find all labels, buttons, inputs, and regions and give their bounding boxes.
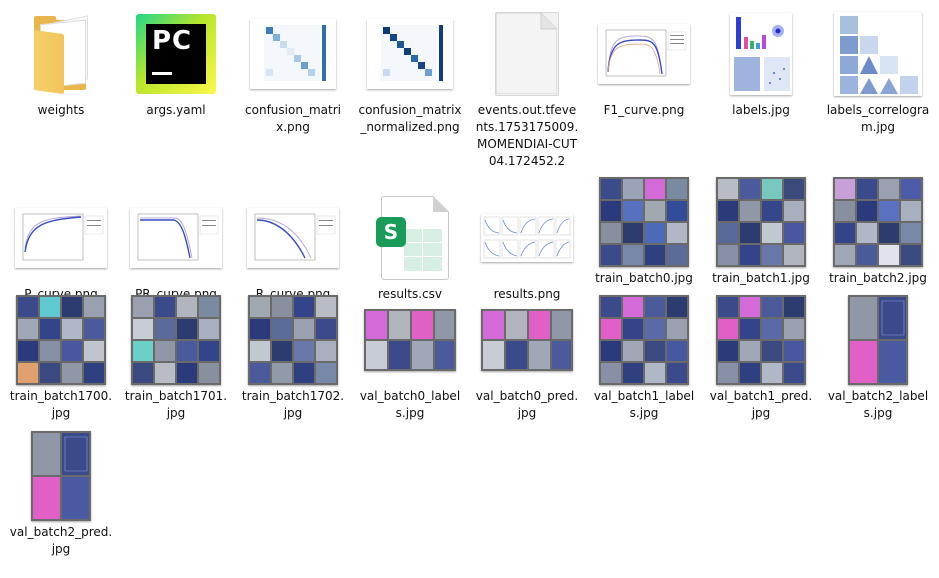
image-thumbnail — [364, 309, 456, 371]
file-label: labels.jpg — [732, 103, 790, 117]
image-thumbnail — [367, 19, 453, 89]
file-val-batch1-pred[interactable]: val_batch1_pred.jpg — [706, 294, 816, 422]
file-label: val_batch0_pred.jpg — [475, 389, 579, 420]
pycharm-icon: PC — [136, 14, 216, 94]
file-train-batch1702[interactable]: train_batch1702.jpg — [238, 294, 348, 422]
image-thumbnail — [599, 177, 689, 267]
file-label: confusion_matrix_normalized.png — [358, 103, 462, 134]
spreadsheet-icon: S — [376, 196, 449, 280]
image-thumbnail — [730, 13, 792, 95]
image-thumbnail — [599, 295, 689, 385]
file-labels-correlogram[interactable]: labels_correlogram.jpg — [823, 8, 933, 136]
file-val-batch1-labels[interactable]: val_batch1_labels.jpg — [589, 294, 699, 422]
chart-thumbnail — [598, 24, 690, 84]
file-label: train_batch1700.jpg — [9, 389, 113, 420]
image-thumbnail — [834, 12, 922, 96]
file-label: labels_correlogram.jpg — [826, 103, 930, 134]
file-label: val_batch1_pred.jpg — [709, 389, 813, 420]
file-label: val_batch2_pred.jpg — [9, 525, 113, 556]
file-train-batch2[interactable]: train_batch2.jpg — [823, 176, 933, 287]
file-label: train_batch1.jpg — [712, 271, 810, 285]
file-label: val_batch2_labels.jpg — [827, 389, 929, 420]
image-thumbnail — [31, 431, 91, 521]
file-args-yaml[interactable]: PC args.yaml — [121, 8, 231, 119]
file-labels-jpg[interactable]: labels.jpg — [706, 8, 816, 119]
file-train-batch1701[interactable]: train_batch1701.jpg — [121, 294, 231, 422]
file-results-csv[interactable]: S results.csv — [355, 192, 465, 303]
file-label: train_batch1702.jpg — [241, 389, 345, 420]
file-p-curve[interactable]: P_curve.png — [6, 192, 116, 303]
chart-thumbnail — [130, 208, 222, 268]
file-train-batch1700[interactable]: train_batch1700.jpg — [6, 294, 116, 422]
file-val-batch0-pred[interactable]: val_batch0_pred.jpg — [472, 294, 582, 422]
file-r-curve[interactable]: R_curve.png — [238, 192, 348, 303]
file-label: events.out.tfevents.1753175009.MOMENDIAI… — [475, 103, 579, 168]
file-label: train_batch0.jpg — [595, 271, 693, 285]
file-f1-curve[interactable]: F1_curve.png — [589, 8, 699, 119]
chart-thumbnail — [481, 214, 573, 262]
image-thumbnail — [131, 295, 221, 385]
image-thumbnail — [16, 295, 106, 385]
file-pr-curve[interactable]: PR_curve.png — [121, 192, 231, 303]
document-icon — [495, 12, 559, 96]
file-label: F1_curve.png — [603, 103, 685, 117]
file-label: confusion_matrix.png — [245, 103, 341, 134]
image-thumbnail — [833, 177, 923, 267]
file-label: val_batch1_labels.jpg — [593, 389, 695, 420]
file-results-png[interactable]: results.png — [472, 192, 582, 303]
file-label: val_batch0_labels.jpg — [359, 389, 461, 420]
file-val-batch2-labels[interactable]: val_batch2_labels.jpg — [823, 294, 933, 422]
image-thumbnail — [250, 19, 336, 89]
image-thumbnail — [716, 177, 806, 267]
image-thumbnail — [716, 295, 806, 385]
file-train-batch0[interactable]: train_batch0.jpg — [589, 176, 699, 287]
file-confusion-matrix[interactable]: confusion_matrix.png — [238, 8, 348, 136]
image-thumbnail — [848, 295, 908, 385]
file-label: args.yaml — [146, 103, 206, 117]
file-val-batch0-labels[interactable]: val_batch0_labels.jpg — [355, 294, 465, 422]
chart-thumbnail — [247, 208, 339, 268]
image-thumbnail — [481, 309, 573, 371]
file-weights-folder[interactable]: weights — [6, 8, 116, 119]
file-val-batch2-pred[interactable]: val_batch2_pred.jpg — [6, 430, 116, 558]
file-events-tfevents[interactable]: events.out.tfevents.1753175009.MOMENDIAI… — [472, 8, 582, 170]
file-train-batch1[interactable]: train_batch1.jpg — [706, 176, 816, 287]
folder-icon — [30, 14, 92, 95]
file-confusion-matrix-normalized[interactable]: confusion_matrix_normalized.png — [355, 8, 465, 136]
chart-thumbnail — [15, 208, 107, 268]
file-label: weights — [37, 103, 85, 117]
file-label: train_batch2.jpg — [829, 271, 927, 285]
image-thumbnail — [248, 295, 338, 385]
file-label: train_batch1701.jpg — [124, 389, 228, 420]
